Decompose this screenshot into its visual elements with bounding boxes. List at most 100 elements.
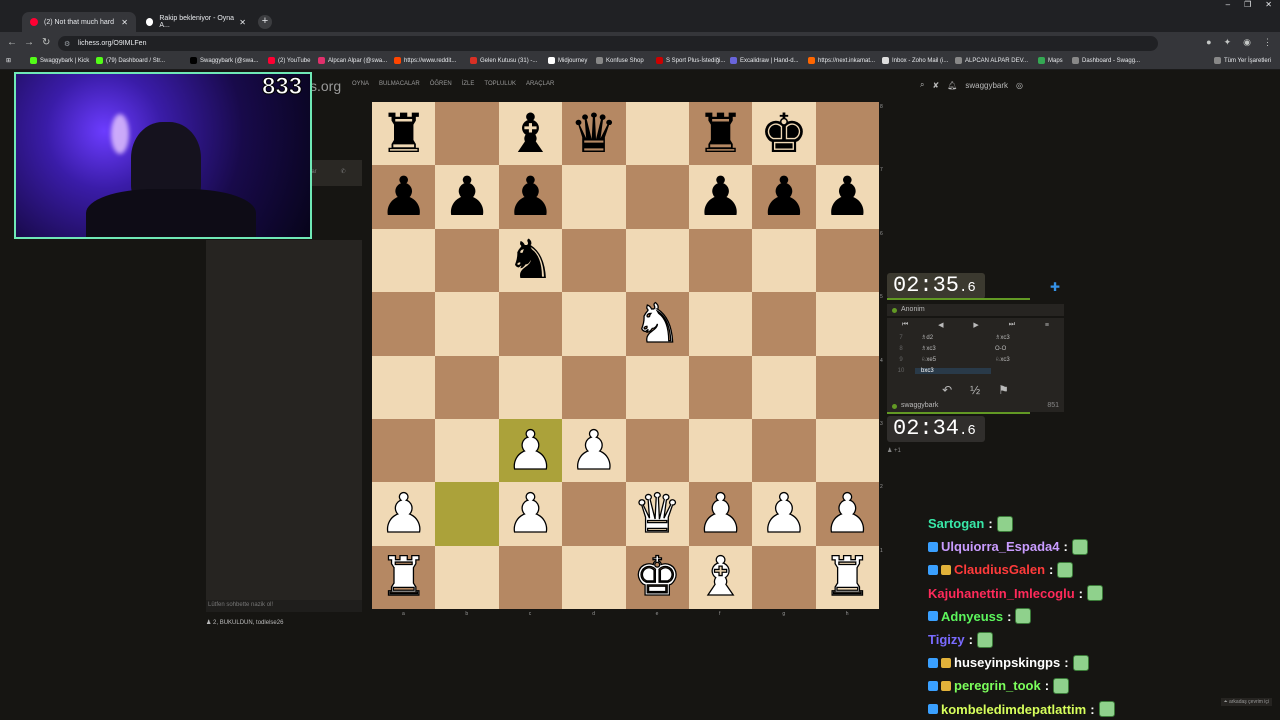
menu-icon[interactable]: ≡ xyxy=(1045,322,1049,329)
restore-icon[interactable]: ❐ xyxy=(1244,0,1251,12)
puzzle-icon[interactable]: ✦ xyxy=(1224,37,1232,48)
square-f7[interactable]: ♟ xyxy=(688,165,753,229)
square-h6[interactable] xyxy=(815,228,879,293)
bookmark-item[interactable]: https://www.reddit... xyxy=(394,57,456,64)
square-d5[interactable] xyxy=(562,292,626,356)
all-bookmarks[interactable]: Tüm Yer İşaretleri xyxy=(1214,57,1271,64)
white-pawn-icon[interactable]: ♟ xyxy=(506,486,556,541)
black-bishop-icon[interactable]: ♝ xyxy=(506,107,554,161)
bookmark-item[interactable]: Swaggybark (@swa... xyxy=(190,57,258,64)
tab-lichess[interactable]: Rakip bekleniyor - Oyna A... ✕ xyxy=(138,12,254,32)
username[interactable]: swaggybark xyxy=(965,81,1008,90)
chat-username[interactable]: Ulquiorra_Espada4 xyxy=(941,539,1060,554)
close-window-icon[interactable]: ✕ xyxy=(1265,0,1272,12)
square-g2[interactable]: ♟ xyxy=(752,482,816,546)
prev-move-icon[interactable]: ◀ xyxy=(938,321,943,329)
bookmark-item[interactable]: (2) YouTube xyxy=(268,57,310,64)
tools-icon[interactable]: ✘ xyxy=(932,81,939,90)
square-g4[interactable] xyxy=(752,355,816,419)
square-a1[interactable]: ♜ xyxy=(372,545,436,609)
new-tab-button[interactable]: + xyxy=(258,15,272,29)
bookmark-item[interactable]: (79) Dashboard / Str... xyxy=(96,57,165,64)
square-b1[interactable] xyxy=(435,545,499,609)
square-h2[interactable]: ♟ xyxy=(815,482,879,546)
last-move-icon[interactable]: ⏭ xyxy=(1009,321,1015,329)
nav-item-2[interactable]: ÖĞREN xyxy=(430,81,452,87)
black-king-icon[interactable]: ♚ xyxy=(760,107,808,161)
square-g3[interactable] xyxy=(752,418,816,483)
black-pawn-icon[interactable]: ♟ xyxy=(696,170,744,224)
first-move-icon[interactable]: ⏮ xyxy=(902,321,908,329)
white-pawn-icon[interactable]: ♟ xyxy=(379,486,429,541)
move-san[interactable]: ♘xe5 xyxy=(915,356,991,363)
bookmark-item[interactable]: https://next.inkamat... xyxy=(808,57,875,64)
square-c3[interactable]: ♟ xyxy=(498,418,563,483)
bookmark-item[interactable]: Gelen Kutusu (31) -... xyxy=(470,57,537,64)
square-a7[interactable]: ♟ xyxy=(372,165,436,229)
user-icon[interactable]: ◎ xyxy=(1016,81,1023,90)
square-f6[interactable] xyxy=(688,228,753,293)
square-g5[interactable] xyxy=(752,292,816,356)
square-e2[interactable]: ♛ xyxy=(625,482,689,546)
square-d4[interactable] xyxy=(562,355,626,419)
bookmark-item[interactable]: Swaggybark | Kick xyxy=(30,57,89,64)
minimize-icon[interactable]: – xyxy=(1226,0,1230,12)
square-c8[interactable]: ♝ xyxy=(498,102,563,166)
opponent-name[interactable]: Anonim xyxy=(887,304,1064,316)
white-pawn-icon[interactable]: ♟ xyxy=(696,486,746,541)
chat-username[interactable]: huseyinpskingps xyxy=(954,655,1060,670)
takeback-icon[interactable]: ↶ xyxy=(942,383,952,397)
square-d3[interactable]: ♟ xyxy=(562,418,626,483)
nav-item-3[interactable]: İZLE xyxy=(462,81,475,87)
square-d1[interactable] xyxy=(562,545,626,609)
chat-input[interactable]: Lütfen sohbette nazik ol! xyxy=(206,600,362,612)
square-a2[interactable]: ♟ xyxy=(372,482,436,546)
square-c1[interactable] xyxy=(498,545,563,609)
close-icon[interactable]: ✕ xyxy=(239,18,246,27)
move-san[interactable]: ♗d2 xyxy=(915,334,991,341)
square-e7[interactable] xyxy=(625,165,689,229)
square-f1[interactable]: ♝ xyxy=(688,545,753,609)
black-pawn-icon[interactable]: ♟ xyxy=(760,170,808,224)
bookmark-item[interactable]: Alpcan Alpar (@swa... xyxy=(318,57,387,64)
lichess-logo[interactable]: s.org xyxy=(310,78,341,94)
chat-username[interactable]: Sartogan xyxy=(928,516,984,531)
square-c2[interactable]: ♟ xyxy=(498,482,563,546)
extension-icon[interactable]: ● xyxy=(1206,37,1211,48)
chat-username[interactable]: Tigizy xyxy=(928,632,965,647)
chat-username[interactable]: Kajuhanettin_Imlecoglu xyxy=(928,586,1075,601)
chess-board[interactable]: ♜ ♝ ♛ ♜ ♚ ♟ ♟ ♟ ♟ ♟ ♟ ♞ ♞ ♟ ♟ ♟ ♟ ♛ ♟ ♟ ♟ ♜ ♚ ♝ ♜ xyxy=(372,102,879,609)
chat-username[interactable]: ClaudiusGalen xyxy=(954,562,1045,577)
square-c4[interactable] xyxy=(498,355,563,419)
white-pawn-icon[interactable]: ♟ xyxy=(822,486,872,541)
square-b5[interactable] xyxy=(435,292,499,356)
white-rook-icon[interactable]: ♜ xyxy=(379,550,429,605)
white-king-icon[interactable]: ♚ xyxy=(632,550,682,605)
chat-username[interactable]: kombeledimdepatlattim xyxy=(941,702,1086,717)
apps-icon[interactable]: ⊞ xyxy=(6,57,11,64)
square-b3[interactable] xyxy=(435,418,499,483)
square-h7[interactable]: ♟ xyxy=(815,165,879,229)
reload-icon[interactable]: ↻ xyxy=(42,37,50,48)
square-b8[interactable] xyxy=(435,102,499,166)
square-g6[interactable] xyxy=(752,228,816,293)
square-h3[interactable] xyxy=(815,418,879,483)
square-h1[interactable]: ♜ xyxy=(815,545,879,609)
square-h4[interactable] xyxy=(815,355,879,419)
draw-button[interactable]: ½ xyxy=(970,383,980,397)
square-b2[interactable] xyxy=(435,482,499,546)
bookmark-item[interactable]: Excalidraw | Hand-d... xyxy=(730,57,799,64)
square-f4[interactable] xyxy=(688,355,753,419)
square-f8[interactable]: ♜ xyxy=(688,102,753,166)
square-c7[interactable]: ♟ xyxy=(498,165,563,229)
square-g1[interactable] xyxy=(752,545,816,609)
black-knight-icon[interactable]: ♞ xyxy=(506,233,554,287)
white-queen-icon[interactable]: ♛ xyxy=(632,486,682,541)
black-pawn-icon[interactable]: ♟ xyxy=(506,170,554,224)
tab-youtube[interactable]: (2) Not that much hard ✕ xyxy=(22,12,136,32)
back-icon[interactable]: ← xyxy=(7,37,17,48)
black-queen-icon[interactable]: ♛ xyxy=(570,107,618,161)
bookmark-item[interactable]: Konfuse Shop xyxy=(596,57,644,64)
bookmark-item[interactable]: Maps xyxy=(1038,57,1063,64)
square-d8[interactable]: ♛ xyxy=(562,102,626,166)
